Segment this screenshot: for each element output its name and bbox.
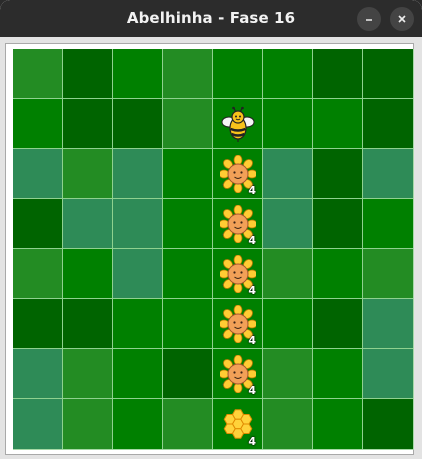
board-cell[interactable] bbox=[113, 399, 163, 449]
board-cell[interactable] bbox=[63, 99, 113, 149]
board-cell[interactable] bbox=[313, 299, 363, 349]
board-cell[interactable] bbox=[13, 399, 63, 449]
board-cell[interactable] bbox=[63, 149, 113, 199]
minimize-icon bbox=[366, 19, 372, 21]
board-cell[interactable] bbox=[363, 349, 413, 399]
board-cell[interactable] bbox=[313, 199, 363, 249]
board-cell[interactable] bbox=[313, 99, 363, 149]
board-cell[interactable] bbox=[13, 299, 63, 349]
board-cell[interactable] bbox=[313, 399, 363, 449]
board-cell[interactable] bbox=[13, 249, 63, 299]
board-cell[interactable] bbox=[263, 49, 313, 99]
board-cell[interactable] bbox=[313, 149, 363, 199]
board-cell[interactable] bbox=[213, 49, 263, 99]
board-cell[interactable] bbox=[163, 399, 213, 449]
board-cell[interactable] bbox=[363, 99, 413, 149]
board-cell[interactable] bbox=[163, 349, 213, 399]
board-cell[interactable] bbox=[163, 49, 213, 99]
board-cell[interactable] bbox=[113, 99, 163, 149]
flower-count: 4 bbox=[248, 234, 256, 247]
board-cell[interactable]: 4 bbox=[213, 299, 263, 349]
board-cell[interactable] bbox=[363, 249, 413, 299]
board-cell[interactable] bbox=[263, 299, 313, 349]
board-cell[interactable] bbox=[363, 49, 413, 99]
board-cell[interactable] bbox=[113, 149, 163, 199]
board-cell[interactable]: 4 bbox=[213, 199, 263, 249]
board-cell[interactable] bbox=[363, 149, 413, 199]
flower-count: 4 bbox=[248, 184, 256, 197]
board-cell[interactable] bbox=[163, 299, 213, 349]
board-cell[interactable] bbox=[263, 199, 313, 249]
flower-count: 4 bbox=[248, 284, 256, 297]
board-cell[interactable] bbox=[13, 199, 63, 249]
game-window: Abelhinha - Fase 16 4 4 4 4 4 4 bbox=[0, 0, 422, 459]
board-cell[interactable] bbox=[163, 199, 213, 249]
board-cell[interactable] bbox=[13, 349, 63, 399]
board-cell[interactable] bbox=[63, 199, 113, 249]
board-cell[interactable] bbox=[263, 149, 313, 199]
board-cell[interactable] bbox=[13, 99, 63, 149]
bee-icon bbox=[220, 105, 256, 143]
board-cell[interactable]: 4 bbox=[213, 249, 263, 299]
honeycomb-count: 4 bbox=[248, 435, 256, 448]
board-cell[interactable] bbox=[13, 49, 63, 99]
board-cell[interactable] bbox=[63, 399, 113, 449]
close-button[interactable] bbox=[390, 7, 414, 31]
game-board: 4 4 4 4 4 4 bbox=[13, 49, 414, 450]
board-cell[interactable]: 4 bbox=[213, 349, 263, 399]
board-cell[interactable] bbox=[163, 149, 213, 199]
title-bar[interactable]: Abelhinha - Fase 16 bbox=[0, 0, 422, 37]
board-cell[interactable] bbox=[363, 299, 413, 349]
board-cell[interactable] bbox=[113, 199, 163, 249]
board-cell[interactable] bbox=[63, 249, 113, 299]
board-cell[interactable] bbox=[313, 249, 363, 299]
board-cell[interactable] bbox=[313, 49, 363, 99]
board-cell[interactable] bbox=[63, 299, 113, 349]
flower-count: 4 bbox=[248, 334, 256, 347]
board-cell[interactable] bbox=[13, 149, 63, 199]
board-cell[interactable] bbox=[363, 399, 413, 449]
board-cell[interactable] bbox=[363, 199, 413, 249]
board-cell[interactable]: 4 bbox=[213, 149, 263, 199]
board-cell[interactable] bbox=[213, 99, 263, 149]
board-cell[interactable] bbox=[113, 299, 163, 349]
board-cell[interactable] bbox=[113, 49, 163, 99]
flower-count: 4 bbox=[248, 384, 256, 397]
board-cell[interactable] bbox=[163, 249, 213, 299]
board-cell[interactable] bbox=[263, 99, 313, 149]
board-cell[interactable] bbox=[263, 399, 313, 449]
board-cell[interactable]: 4 bbox=[213, 399, 263, 449]
board-cell[interactable] bbox=[113, 249, 163, 299]
board-cell[interactable] bbox=[63, 349, 113, 399]
board-cell[interactable] bbox=[163, 99, 213, 149]
board-cell[interactable] bbox=[63, 49, 113, 99]
close-icon bbox=[398, 15, 406, 23]
board-cell[interactable] bbox=[263, 349, 313, 399]
board-cell[interactable] bbox=[313, 349, 363, 399]
minimize-button[interactable] bbox=[357, 7, 381, 31]
board-cell[interactable] bbox=[113, 349, 163, 399]
board-cell[interactable] bbox=[263, 249, 313, 299]
